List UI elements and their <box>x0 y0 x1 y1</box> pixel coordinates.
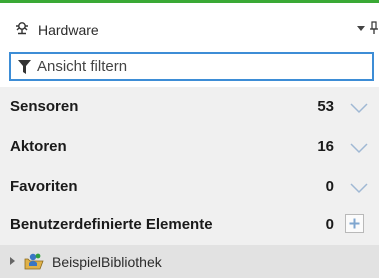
category-label: Aktoren <box>10 138 67 155</box>
category-count: 0 <box>325 216 334 233</box>
category-label: Benutzerdefinierte Elemente <box>10 216 213 233</box>
filter-input[interactable] <box>37 56 357 77</box>
category-row-benutzerdefinierte-elemente[interactable]: Benutzerdefinierte Elemente 0 <box>0 205 379 245</box>
hardware-icon <box>14 20 30 36</box>
category-count: 16 <box>317 138 334 155</box>
chevron-down-icon[interactable] <box>350 101 368 114</box>
category-label: Favoriten <box>10 178 78 195</box>
pin-icon[interactable] <box>369 20 379 36</box>
category-count: 0 <box>325 178 334 195</box>
panel-menu-dropdown-icon[interactable] <box>357 26 365 31</box>
filter-funnel-icon <box>18 60 31 74</box>
filter-field[interactable] <box>9 52 374 81</box>
library-folder-icon <box>24 252 44 271</box>
plus-icon <box>349 218 360 229</box>
panel-header: Hardware <box>0 3 379 47</box>
chevron-down-icon[interactable] <box>350 181 368 194</box>
expand-triangle-icon[interactable] <box>10 257 15 265</box>
category-count: 53 <box>317 98 334 115</box>
category-row-sensoren[interactable]: Sensoren 53 <box>0 87 379 127</box>
library-label: BeispielBibliothek <box>52 254 162 270</box>
category-list: Sensoren 53 Aktoren 16 Favoriten 0 Benut… <box>0 87 379 245</box>
category-row-favoriten[interactable]: Favoriten 0 <box>0 167 379 207</box>
category-row-aktoren[interactable]: Aktoren 16 <box>0 127 379 167</box>
panel-title: Hardware <box>38 22 99 38</box>
chevron-down-icon[interactable] <box>350 141 368 154</box>
add-custom-element-button[interactable] <box>345 214 364 233</box>
library-tree-item[interactable]: BeispielBibliothek <box>0 245 379 278</box>
category-label: Sensoren <box>10 98 79 115</box>
